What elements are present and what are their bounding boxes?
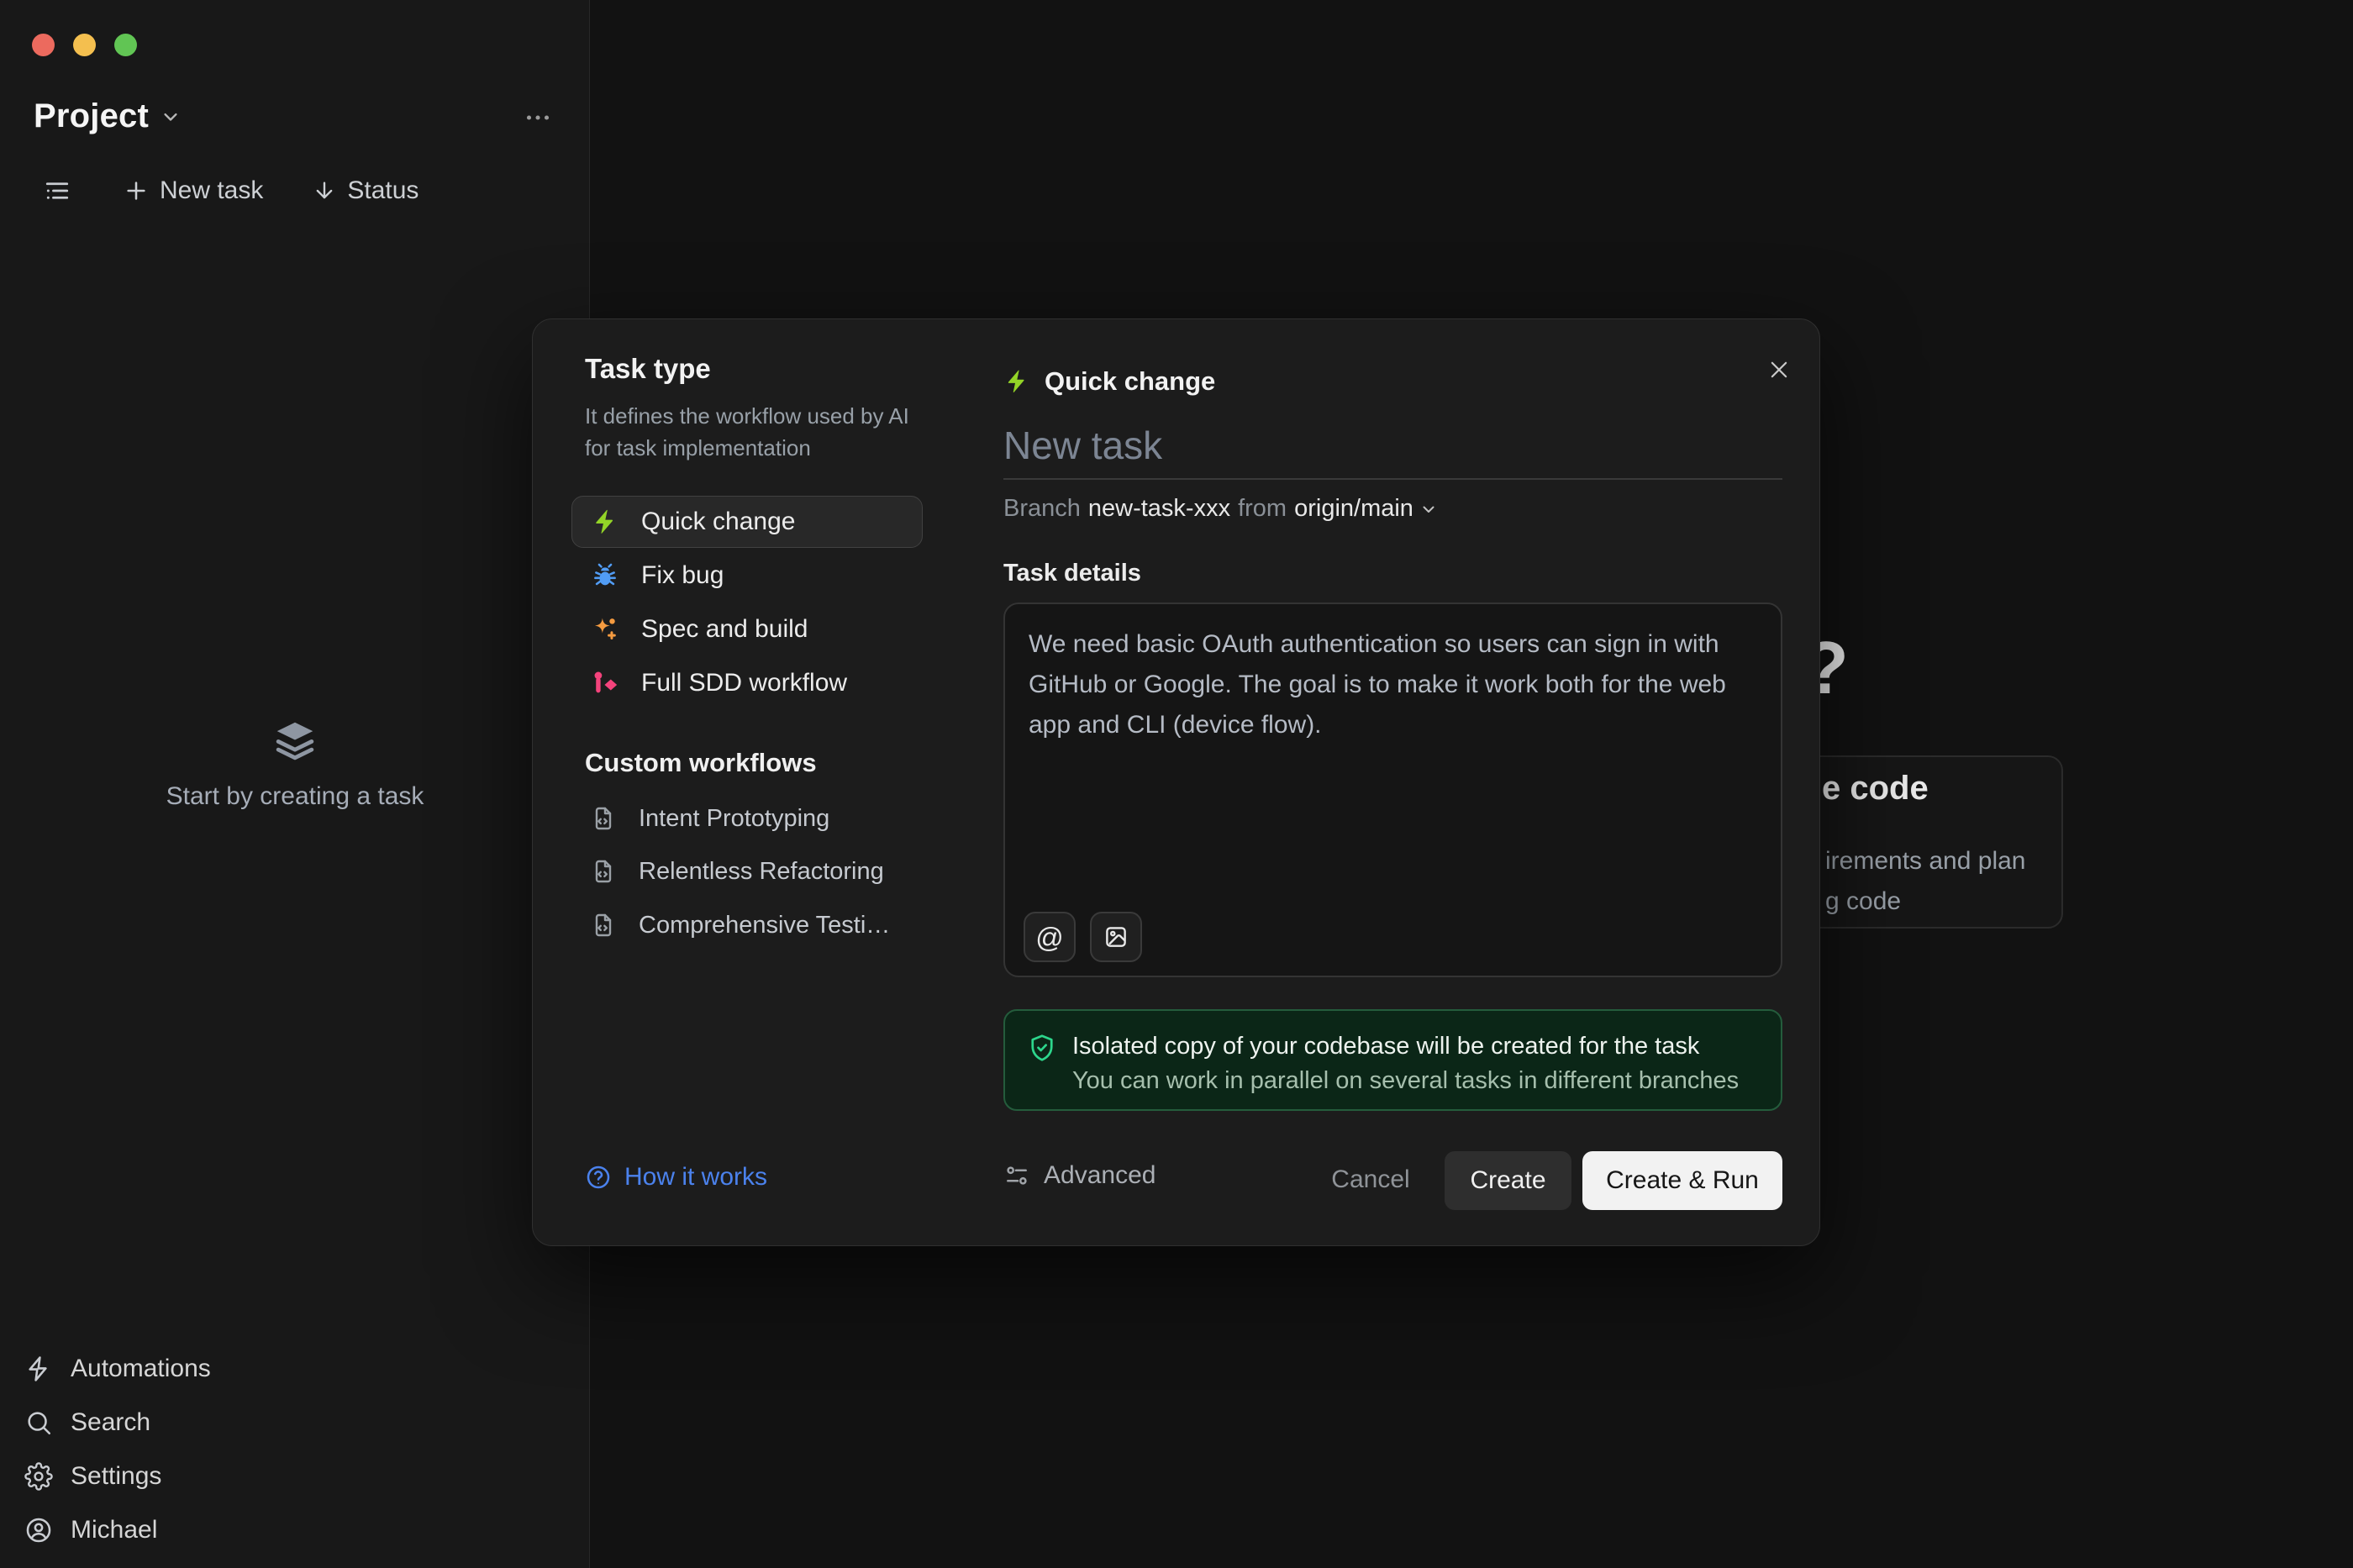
plus-icon — [123, 177, 150, 204]
custom-workflows-heading: Custom workflows — [585, 748, 817, 778]
task-type-option-full-sdd-workflow[interactable]: Full SDD workflow — [571, 657, 923, 709]
sidebar-item-automations[interactable]: Automations — [0, 1342, 590, 1396]
shield-check-icon — [1027, 1033, 1057, 1063]
task-type-option-spec-and-build[interactable]: Spec and build — [571, 603, 923, 655]
status-sort-button[interactable]: Status — [312, 176, 418, 205]
at-sign-icon: @ — [1035, 923, 1064, 951]
branch-name: new-task-xxx — [1088, 495, 1230, 523]
sidebar-item-search[interactable]: Search — [0, 1396, 590, 1450]
chevron-down-icon — [1419, 499, 1439, 519]
cancel-button[interactable]: Cancel — [1324, 1161, 1417, 1198]
branch-from-label: from — [1238, 495, 1287, 523]
task-type-option-fix-bug[interactable]: Fix bug — [571, 550, 923, 602]
workflow-icon — [591, 669, 619, 697]
ellipsis-icon — [523, 103, 553, 133]
info-banner-title: Isolated copy of your codebase will be c… — [1072, 1033, 1699, 1060]
traffic-lights — [32, 34, 137, 56]
file-code-icon — [590, 858, 617, 885]
close-dialog-button[interactable] — [1761, 351, 1798, 388]
search-icon — [24, 1408, 53, 1437]
close-window-button[interactable] — [32, 34, 55, 56]
chevron-down-icon — [159, 105, 182, 129]
title-divider — [1003, 478, 1782, 480]
app-window: ? e code irements and plan g code Projec… — [0, 0, 2353, 1568]
project-title: Project — [34, 97, 149, 135]
status-label: Status — [347, 176, 418, 205]
task-type-option-quick-change[interactable]: Quick change — [571, 496, 923, 548]
project-switcher[interactable]: Project — [34, 97, 182, 135]
file-code-icon — [590, 805, 617, 832]
help-circle-icon — [585, 1164, 612, 1191]
file-code-icon — [590, 912, 617, 939]
sidebar-bottom-nav: Automations Search Settings Michael — [0, 1342, 590, 1557]
task-type-heading: Task type — [585, 353, 711, 385]
sliders-icon — [1003, 1162, 1030, 1189]
task-details-label: Task details — [1003, 560, 1141, 587]
sidebar-item-account[interactable]: Michael — [0, 1503, 590, 1557]
new-task-label: New task — [160, 176, 263, 205]
sidebar-toolbar: New task Status — [42, 171, 418, 210]
attachment-toolbar: @ — [1024, 912, 1142, 962]
lightning-icon — [591, 508, 619, 536]
new-task-button[interactable]: New task — [123, 176, 263, 205]
new-task-dialog: Task type It defines the workflow used b… — [532, 318, 1820, 1246]
task-details-textarea[interactable]: We need basic OAuth authentication so us… — [1005, 604, 1781, 907]
background-card-text-fragment: g code — [1825, 887, 1901, 916]
empty-state-text: Start by creating a task — [0, 782, 590, 811]
arrow-down-icon — [312, 178, 337, 203]
info-banner-subtitle: You can work in parallel on several task… — [1072, 1067, 1739, 1095]
user-circle-icon — [24, 1516, 53, 1544]
dialog-title: Quick change — [1045, 366, 1215, 397]
branch-label: Branch — [1003, 495, 1081, 523]
dialog-header: Quick change — [1003, 366, 1215, 397]
custom-workflow-comprehensive-testing[interactable]: Comprehensive Testi… — [571, 899, 941, 951]
isolation-info-banner: Isolated copy of your codebase will be c… — [1003, 1009, 1782, 1111]
list-view-button[interactable] — [42, 176, 72, 206]
background-card-title-fragment: e code — [1822, 770, 1929, 808]
empty-state: Start by creating a task — [0, 716, 590, 811]
close-icon — [1766, 357, 1792, 382]
project-more-button[interactable] — [514, 99, 561, 136]
how-it-works-link[interactable]: How it works — [585, 1163, 767, 1192]
sidebar: Project New task — [0, 0, 590, 1568]
sparkles-icon — [591, 615, 619, 644]
background-card-text-fragment: irements and plan — [1825, 847, 2025, 876]
attach-image-button[interactable] — [1090, 912, 1142, 962]
zoom-window-button[interactable] — [114, 34, 137, 56]
image-icon — [1103, 924, 1129, 950]
branch-row: Branch new-task-xxx from origin/main — [1003, 495, 1439, 523]
minimize-window-button[interactable] — [73, 34, 96, 56]
layers-icon — [271, 716, 319, 765]
create-button[interactable]: Create — [1445, 1151, 1571, 1210]
task-title-input[interactable] — [1003, 420, 1782, 471]
task-details-editor: We need basic OAuth authentication so us… — [1003, 602, 1782, 977]
custom-workflow-relentless-refactoring[interactable]: Relentless Refactoring — [571, 845, 941, 897]
task-type-description: It defines the workflow used by AI for t… — [585, 400, 938, 464]
branch-origin-dropdown[interactable]: origin/main — [1294, 495, 1439, 523]
gear-icon — [24, 1462, 53, 1491]
mention-button[interactable]: @ — [1024, 912, 1076, 962]
bug-icon — [591, 561, 619, 590]
sidebar-item-settings[interactable]: Settings — [0, 1450, 590, 1503]
custom-workflow-intent-prototyping[interactable]: Intent Prototyping — [571, 792, 941, 845]
advanced-button[interactable]: Advanced — [1003, 1161, 1155, 1190]
zap-outline-icon — [24, 1355, 53, 1383]
create-and-run-button[interactable]: Create & Run — [1582, 1151, 1782, 1210]
lightning-icon — [1003, 368, 1030, 395]
